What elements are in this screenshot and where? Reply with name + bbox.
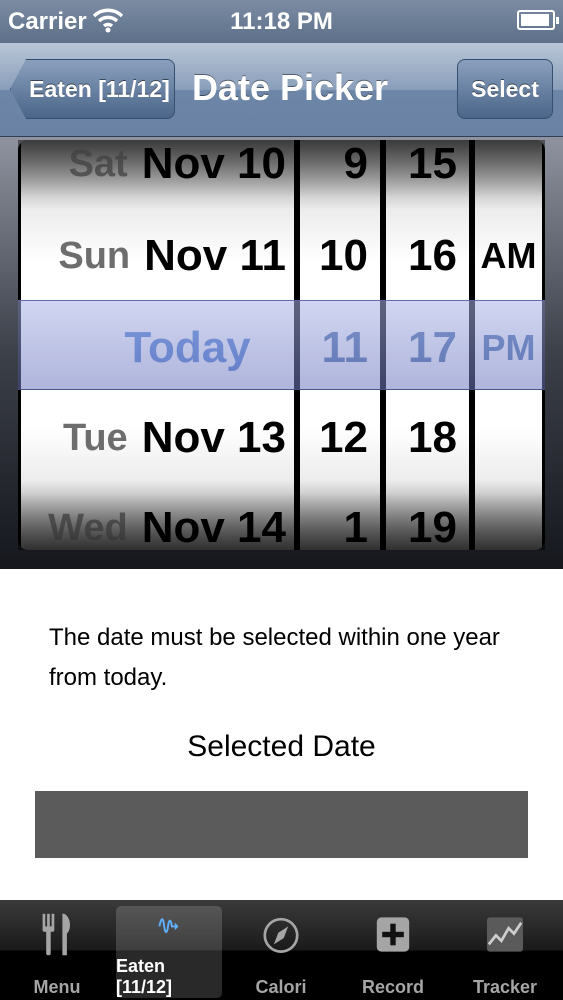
select-button[interactable]: Select — [457, 59, 553, 119]
minute-row: 18 — [408, 413, 457, 462]
tab-label: Menu — [33, 977, 81, 997]
tab-tracker[interactable]: Tracker — [452, 906, 558, 998]
graph-icon — [487, 917, 523, 952]
battery-icon — [517, 10, 559, 30]
status-bar: Carrier 11:18 PM — [0, 0, 563, 43]
minute-wheel[interactable]: 15 16 17 18 19 — [386, 140, 469, 550]
date-row-selected: Today — [124, 323, 251, 372]
tab-menu[interactable]: Menu — [4, 906, 110, 998]
hour-row: 10 — [319, 231, 368, 280]
tab-bar: Menu Eaten [11/12] Calori Record Tracker — [0, 900, 563, 1000]
minute-row-selected: 17 — [408, 323, 457, 372]
back-button[interactable]: Eaten [11/12] — [10, 59, 175, 119]
info-line: The date must be selected within one yea… — [49, 624, 500, 651]
ampm-wheel[interactable]: AM PM — [475, 140, 542, 550]
navigation-bar: Eaten [11/12] Date Picker Select — [0, 43, 563, 137]
hour-row: 12 — [319, 413, 368, 462]
ampm-row: AM — [480, 235, 537, 276]
info-text: The date must be selected within one yea… — [49, 618, 529, 698]
tab-label: Calori — [255, 977, 307, 997]
day-of-week: Sat — [68, 142, 128, 185]
day-of-week: Wed — [48, 506, 128, 549]
date-picker: Sat Nov 10 Sun Nov 11 Today Tue Nov 13 W… — [18, 140, 545, 550]
fork-knife-icon — [42, 913, 70, 956]
info-line: from today. — [49, 664, 168, 691]
selected-date-value — [35, 791, 528, 858]
tab-record[interactable]: Record — [340, 906, 446, 998]
day-of-week: Tue — [62, 416, 128, 459]
compass-icon — [263, 917, 299, 953]
date-row: Sun Nov 11 — [21, 210, 294, 302]
month-day: Nov 10 — [141, 140, 286, 188]
tab-calori[interactable]: Calori — [228, 906, 334, 998]
month-day: Nov 11 — [144, 231, 286, 280]
day-of-week: Sun — [58, 234, 131, 277]
hour-row-selected: 11 — [321, 323, 368, 372]
tab-label: Tracker — [472, 977, 538, 997]
date-row: Wed Nov 14 — [21, 482, 294, 550]
hour-row: 9 — [343, 140, 368, 188]
date-row: Tue Nov 13 — [21, 392, 294, 484]
minute-row: 15 — [408, 140, 457, 188]
hour-row: 1 — [343, 503, 368, 550]
page-title: Date Picker — [191, 67, 389, 108]
month-day: Nov 14 — [141, 503, 286, 550]
status-time: 11:18 PM — [230, 8, 333, 35]
date-row: Sat Nov 10 — [21, 140, 294, 210]
minute-row: 16 — [408, 231, 457, 280]
selected-date-label: Selected Date — [187, 730, 376, 763]
ampm-row-selected: PM — [481, 327, 536, 368]
minute-row: 19 — [408, 503, 457, 550]
wave-arrow-icon — [158, 918, 179, 934]
date-wheel[interactable]: Sat Nov 10 Sun Nov 11 Today Tue Nov 13 W… — [21, 140, 294, 550]
tab-label: Eaten [11/12] — [116, 956, 173, 997]
plus-box-icon — [376, 917, 410, 952]
hour-wheel[interactable]: 9 10 11 12 1 — [300, 140, 380, 550]
tab-eaten[interactable]: Eaten [11/12] — [116, 906, 222, 998]
month-day: Nov 13 — [141, 413, 286, 462]
tab-label: Record — [361, 977, 424, 997]
